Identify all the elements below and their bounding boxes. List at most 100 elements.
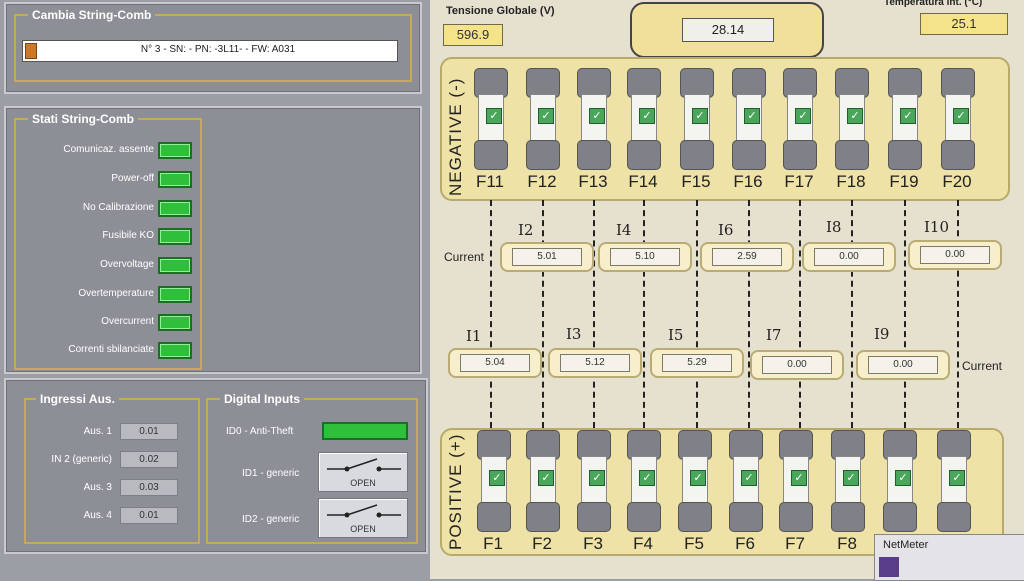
fuse: ✓ — [941, 68, 975, 170]
fuse: ✓ — [779, 430, 813, 532]
id1-label: ID1 - generic — [242, 468, 300, 479]
fuse-ok-check-icon: ✓ — [538, 108, 554, 124]
fuse-label: F19 — [889, 172, 919, 191]
current-value: 5.12 — [560, 354, 630, 372]
fuse-ok-check-icon: ✓ — [692, 108, 708, 124]
aux-input-label: Aus. 3 — [83, 482, 112, 493]
fuse: ✓ — [474, 68, 508, 170]
connector-line — [851, 200, 853, 428]
status-label: Correnti sbilanciate — [68, 344, 154, 355]
connector-line — [748, 200, 750, 428]
netmeter-window[interactable]: NetMeter — [874, 534, 1024, 581]
fuse-cap — [941, 140, 975, 170]
fuse: ✓ — [680, 68, 714, 170]
current-name: I7 — [766, 326, 782, 344]
fuse-body: ✓ — [478, 94, 504, 146]
current-name: I3 — [566, 325, 582, 343]
fuse-ok-check-icon: ✓ — [791, 470, 807, 486]
current-value: 5.10 — [610, 248, 680, 266]
fuse-label: F2 — [532, 534, 552, 553]
fuse-label: F11 — [475, 172, 505, 191]
fuse: ✓ — [888, 68, 922, 170]
fuse: ✓ — [477, 430, 511, 532]
fuse-cap — [526, 502, 560, 532]
string-select-dropdown[interactable]: N° 3 - SN: - PN: -3L11- - FW: A031 — [22, 40, 398, 62]
fuse-body: ✓ — [481, 456, 507, 508]
current-value: 5.29 — [662, 354, 732, 372]
current-value: 2.59 — [712, 248, 782, 266]
fuse: ✓ — [729, 430, 763, 532]
fuse-label: F13 — [578, 172, 608, 191]
fuse-cap — [526, 140, 560, 170]
status-label: Comunicaz. assente — [63, 144, 154, 155]
fuse: ✓ — [937, 430, 971, 532]
fuse-ok-check-icon: ✓ — [589, 470, 605, 486]
fuse-cap — [627, 502, 661, 532]
current-name: I4 — [616, 221, 632, 239]
positive-label: POSITIVE (+) — [446, 433, 465, 550]
connector-line — [542, 200, 544, 428]
status-led — [158, 200, 192, 217]
digital-inputs-title: Digital Inputs — [220, 392, 304, 406]
fuse-body: ✓ — [581, 456, 607, 508]
string-selector-title: Cambia String-Comb — [28, 8, 156, 22]
fuse: ✓ — [577, 68, 611, 170]
status-row-fuse: Fusibile KO — [18, 228, 198, 248]
fuse-label: F17 — [784, 172, 814, 191]
fuse-label: F16 — [733, 172, 763, 191]
fuse-ok-check-icon: ✓ — [895, 470, 911, 486]
fuse-cap — [888, 140, 922, 170]
connector-line — [957, 200, 959, 428]
current-box: 0.00 — [856, 350, 950, 380]
fuse-body: ✓ — [736, 94, 762, 146]
fuse-cap — [627, 140, 661, 170]
fuse-cap — [477, 502, 511, 532]
center-value-frame: 28.14 — [630, 2, 824, 58]
fuse-ok-check-icon: ✓ — [690, 470, 706, 486]
netmeter-graph — [879, 557, 899, 577]
current-box: 5.29 — [650, 348, 744, 378]
connector-line — [593, 200, 595, 428]
fuse-cap — [577, 140, 611, 170]
status-label: Overtemperature — [78, 288, 154, 299]
string-selector-panel: Cambia String-Comb N° 3 - SN: - PN: -3L1… — [4, 2, 422, 94]
status-row-poweroff: Power-off — [18, 171, 198, 191]
current-box: 0.00 — [802, 242, 896, 272]
fuse-label: F7 — [785, 534, 805, 553]
dropdown-arrow-icon[interactable] — [25, 43, 37, 59]
inputs-panel: Ingressi Aus. Aus. 1 0.01 IN 2 (generic)… — [4, 378, 428, 554]
fuse: ✓ — [526, 68, 560, 170]
fuse: ✓ — [577, 430, 611, 532]
status-led — [158, 171, 192, 188]
id1-switch-button[interactable]: OPEN — [318, 452, 408, 492]
status-label: Power-off — [111, 173, 154, 184]
fuse-label: F3 — [583, 534, 603, 553]
fuse: ✓ — [627, 68, 661, 170]
current-lower-label: Current — [962, 359, 1003, 373]
aux-input-value: 0.02 — [120, 451, 178, 468]
fuse-cap — [474, 140, 508, 170]
id2-switch-button[interactable]: OPEN — [318, 498, 408, 538]
fuse-cap — [729, 502, 763, 532]
status-row-calibration: No Calibrazione — [18, 200, 198, 220]
connector-line — [904, 200, 906, 428]
status-led — [158, 228, 192, 245]
fuse-cap — [678, 502, 712, 532]
fuse-ok-check-icon: ✓ — [489, 470, 505, 486]
current-value: 0.00 — [868, 356, 938, 374]
fuse: ✓ — [883, 430, 917, 532]
temperature-value: 25.1 — [920, 13, 1008, 35]
fuse-body: ✓ — [581, 94, 607, 146]
status-led — [158, 342, 192, 359]
fuse: ✓ — [678, 430, 712, 532]
voltage-label: Tensione Globale (V) — [446, 5, 555, 17]
fuse: ✓ — [732, 68, 766, 170]
fuse-ok-check-icon: ✓ — [847, 108, 863, 124]
fuse-body: ✓ — [684, 94, 710, 146]
id1-state: OPEN — [350, 478, 376, 488]
fuse-body: ✓ — [787, 94, 813, 146]
current-name: I5 — [668, 326, 684, 344]
fuse-cap — [577, 502, 611, 532]
fuse-ok-check-icon: ✓ — [953, 108, 969, 124]
id0-led — [322, 422, 408, 440]
